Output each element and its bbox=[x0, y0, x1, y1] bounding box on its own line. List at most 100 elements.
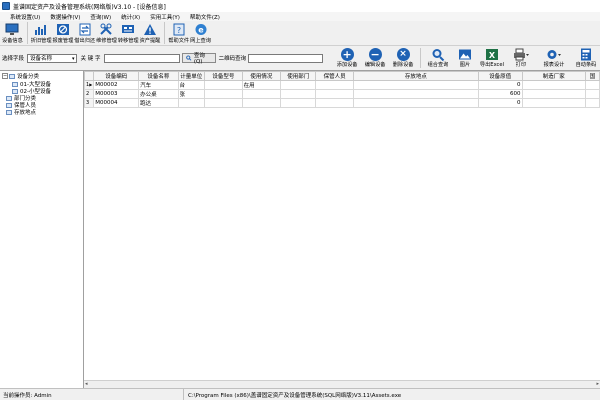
table-cell[interactable] bbox=[521, 89, 587, 99]
asset-reminder-button[interactable]: 资产提醒 bbox=[140, 21, 160, 46]
lend-return-button[interactable]: 借出归还 bbox=[74, 21, 95, 46]
table-cell[interactable] bbox=[280, 98, 317, 108]
scrap-button[interactable]: 报废管理 bbox=[53, 21, 73, 46]
column-header[interactable]: 使用部门 bbox=[280, 71, 317, 81]
table-cell[interactable] bbox=[241, 98, 282, 108]
row-index[interactable]: 1▶ bbox=[84, 80, 95, 90]
record-actions: + 添加设备 − 编辑设备 × 删除设备 bbox=[333, 46, 417, 70]
chevron-down-icon: ▾ bbox=[72, 55, 75, 62]
table-cell[interactable] bbox=[585, 80, 600, 90]
tree-node-storage-location[interactable]: 存放地点 bbox=[6, 108, 36, 116]
column-header[interactable]: 使用情况 bbox=[241, 71, 282, 81]
maintenance-button[interactable]: 维修管理 bbox=[96, 21, 117, 46]
table-cell[interactable]: M00003 bbox=[93, 89, 140, 99]
table-cell[interactable]: M00004 bbox=[93, 98, 140, 108]
table-cell[interactable] bbox=[315, 98, 354, 108]
table-row[interactable]: 3 M00004 跑达 0 bbox=[84, 98, 600, 108]
table-cell[interactable] bbox=[352, 89, 479, 99]
gear-icon bbox=[546, 47, 562, 61]
menu-data-operations[interactable]: 数据操作(V) bbox=[45, 13, 85, 21]
column-header[interactable]: 设备型号 bbox=[203, 71, 243, 81]
table-cell[interactable] bbox=[280, 80, 317, 90]
table-cell[interactable] bbox=[241, 89, 282, 99]
warning-icon bbox=[143, 22, 157, 36]
table-cell[interactable]: 汽车 bbox=[138, 80, 179, 90]
scroll-right-icon[interactable]: ▸ bbox=[596, 381, 599, 387]
table-cell[interactable] bbox=[203, 98, 243, 108]
table-cell[interactable] bbox=[352, 98, 479, 108]
table-cell[interactable] bbox=[203, 89, 243, 99]
row-index[interactable]: 2 bbox=[84, 89, 95, 99]
current-row-icon: ▶ bbox=[89, 82, 93, 87]
table-cell[interactable]: 0 bbox=[477, 80, 523, 90]
menu-help[interactable]: 帮助文件(Z) bbox=[185, 13, 225, 21]
printer-icon bbox=[513, 47, 529, 61]
depreciation-button[interactable]: 折旧管理 bbox=[31, 21, 52, 46]
equipment-grid: 设备编码 设备名称 计量单位 设备型号 使用情况 使用部门 保管人员 存放地点 … bbox=[84, 70, 600, 388]
column-header[interactable]: 设备原值 bbox=[477, 71, 523, 81]
field-select[interactable]: 设备名称 ▾ bbox=[27, 53, 77, 63]
window-title: 盖谱固定资产及设备管理系统(网络版)V3.10 - [设备信息] bbox=[13, 3, 166, 11]
online-query-button[interactable]: e 网上查询 bbox=[190, 21, 211, 46]
combined-query-button[interactable]: 组合查询 bbox=[424, 46, 452, 70]
table-cell[interactable] bbox=[203, 80, 243, 90]
auto-barcode-button[interactable]: 自动条码 bbox=[572, 46, 600, 70]
column-header[interactable]: 存放地点 bbox=[352, 71, 479, 81]
table-cell[interactable]: M00002 bbox=[93, 80, 140, 90]
picture-button[interactable]: 图片 bbox=[452, 46, 478, 70]
export-excel-button[interactable]: X 导出Excel bbox=[478, 46, 506, 70]
column-header[interactable]: 设备名称 bbox=[138, 71, 179, 81]
table-cell[interactable]: 张 bbox=[177, 89, 205, 99]
table-cell[interactable]: 台 bbox=[177, 80, 205, 90]
print-button[interactable]: 打印 bbox=[506, 46, 536, 70]
collapse-icon[interactable]: − bbox=[2, 73, 8, 79]
column-header[interactable]: 设备编码 bbox=[93, 71, 140, 81]
table-cell[interactable] bbox=[315, 80, 354, 90]
table-cell[interactable]: 600 bbox=[477, 89, 523, 99]
menu-system-settings[interactable]: 系统设置(U) bbox=[0, 13, 45, 21]
table-cell[interactable] bbox=[585, 98, 600, 108]
menu-query[interactable]: 查询(W) bbox=[85, 13, 116, 21]
table-cell[interactable]: 在用 bbox=[241, 80, 282, 90]
title-bar: 盖谱固定资产及设备管理系统(网络版)V3.10 - [设备信息] bbox=[0, 0, 600, 12]
table-cell[interactable]: 0 bbox=[477, 98, 523, 108]
table-cell[interactable] bbox=[521, 98, 587, 108]
delete-equipment-button[interactable]: × 删除设备 bbox=[389, 46, 417, 70]
depreciation-label: 折旧管理 bbox=[30, 38, 52, 44]
tree-node-equipment-category[interactable]: − 设备分类 bbox=[2, 72, 39, 80]
query-button[interactable]: 查询(Q) bbox=[182, 53, 216, 65]
table-cell[interactable] bbox=[352, 80, 479, 90]
equipment-info-button[interactable]: 设备信息 bbox=[2, 21, 23, 46]
edit-equipment-button[interactable]: − 编辑设备 bbox=[361, 46, 389, 70]
table-cell[interactable] bbox=[315, 89, 354, 99]
keyword-input[interactable] bbox=[103, 53, 181, 63]
menu-utilities[interactable]: 实用工具(Y) bbox=[145, 13, 185, 21]
scroll-left-icon[interactable]: ◂ bbox=[85, 381, 88, 387]
add-equipment-button[interactable]: + 添加设备 bbox=[333, 46, 361, 70]
menu-statistics[interactable]: 统计(X) bbox=[116, 13, 145, 21]
svg-text:X: X bbox=[489, 51, 496, 60]
report-design-label: 报表设计 bbox=[543, 62, 565, 68]
table-cell[interactable] bbox=[280, 89, 317, 99]
table-cell[interactable] bbox=[585, 89, 600, 99]
column-header[interactable]: 计量单位 bbox=[177, 71, 205, 81]
table-row[interactable]: 1▶ M00002 汽车 台 在用 0 bbox=[84, 80, 600, 90]
table-cell[interactable] bbox=[177, 98, 205, 108]
table-cell[interactable]: 跑达 bbox=[138, 98, 179, 108]
help-file-button[interactable]: ? 帮助文件 bbox=[168, 21, 189, 46]
table-cell[interactable]: 办公桌 bbox=[138, 89, 179, 99]
column-header[interactable]: 国 bbox=[585, 71, 600, 81]
qr-query-input[interactable] bbox=[248, 53, 324, 63]
query-button-label: 查询(Q) bbox=[193, 53, 205, 65]
category-tree: − 设备分类 01-大型设备 02-小型设备 部门分类 保管人员 存放地点 bbox=[0, 70, 84, 388]
report-design-button[interactable]: 报表设计 bbox=[536, 46, 572, 70]
table-row[interactable]: 2 M00003 办公桌 张 600 bbox=[84, 89, 600, 99]
column-header[interactable]: 制造厂家 bbox=[521, 71, 587, 81]
row-index[interactable]: 3 bbox=[84, 98, 95, 108]
table-cell[interactable] bbox=[521, 80, 587, 90]
scrap-icon bbox=[56, 22, 70, 36]
column-header[interactable]: 保管人员 bbox=[315, 71, 354, 81]
transfer-button[interactable]: 转移管理 bbox=[118, 21, 139, 46]
horizontal-scrollbar[interactable]: ◂ ▸ bbox=[84, 380, 600, 388]
equipment-info-label: 设备信息 bbox=[2, 38, 23, 44]
